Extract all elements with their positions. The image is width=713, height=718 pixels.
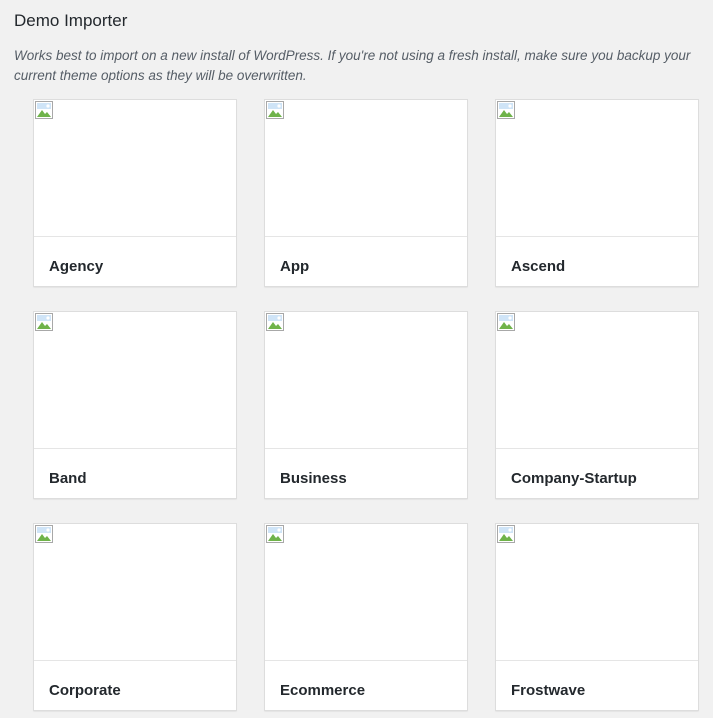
demo-name-bar[interactable]: Agency <box>34 236 236 286</box>
demo-name-bar[interactable]: Band <box>34 448 236 498</box>
demo-name: Ascend <box>511 258 566 275</box>
demo-name-bar[interactable]: App <box>265 236 467 286</box>
broken-image-icon <box>497 313 515 331</box>
broken-image-icon <box>35 313 53 331</box>
demo-screenshot[interactable] <box>496 524 698 660</box>
broken-image-icon <box>497 525 515 543</box>
demo-name-bar[interactable]: Ascend <box>496 236 698 286</box>
demo-screenshot[interactable] <box>496 100 698 236</box>
broken-image-icon <box>35 101 53 119</box>
demo-screenshot[interactable] <box>265 100 467 236</box>
demo-screenshot[interactable] <box>34 312 236 448</box>
demo-name: Business <box>280 470 347 487</box>
demo-name: Agency <box>49 258 104 275</box>
broken-image-icon <box>266 101 284 119</box>
demo-card-corporate[interactable]: Corporate <box>33 523 237 711</box>
demo-name-bar[interactable]: Ecommerce <box>265 660 467 710</box>
demo-name: Ecommerce <box>280 682 366 699</box>
page-description: Works best to import on a new install of… <box>14 48 691 83</box>
broken-image-icon <box>35 525 53 543</box>
demo-name: Corporate <box>49 682 121 699</box>
demo-screenshot[interactable] <box>265 524 467 660</box>
page-title: Demo Importer <box>14 11 128 30</box>
demo-card-app[interactable]: App <box>264 99 468 287</box>
demo-screenshot[interactable] <box>265 312 467 448</box>
broken-image-icon <box>266 313 284 331</box>
demo-name: Band <box>49 470 87 487</box>
demo-name-bar[interactable]: Corporate <box>34 660 236 710</box>
demo-screenshot[interactable] <box>34 100 236 236</box>
demo-card-band[interactable]: Band <box>33 311 237 499</box>
demo-name: Frostwave <box>511 682 586 699</box>
broken-image-icon <box>266 525 284 543</box>
demo-screenshot[interactable] <box>496 312 698 448</box>
demo-card-frostwave[interactable]: Frostwave <box>495 523 699 711</box>
demo-name-bar[interactable]: Business <box>265 448 467 498</box>
demo-card-company-startup[interactable]: Company-Startup <box>495 311 699 499</box>
demo-card-ascend[interactable]: Ascend <box>495 99 699 287</box>
demo-name-bar[interactable]: Frostwave <box>496 660 698 710</box>
demo-name: App <box>280 258 310 275</box>
demo-card-business[interactable]: Business <box>264 311 468 499</box>
demo-card-ecommerce[interactable]: Ecommerce <box>264 523 468 711</box>
demo-grid: Agency App Ascend Band Business Company-… <box>33 99 699 711</box>
broken-image-icon <box>497 101 515 119</box>
demo-name-bar[interactable]: Company-Startup <box>496 448 698 498</box>
demo-card-agency[interactable]: Agency <box>33 99 237 287</box>
demo-name: Company-Startup <box>511 470 637 487</box>
demo-screenshot[interactable] <box>34 524 236 660</box>
